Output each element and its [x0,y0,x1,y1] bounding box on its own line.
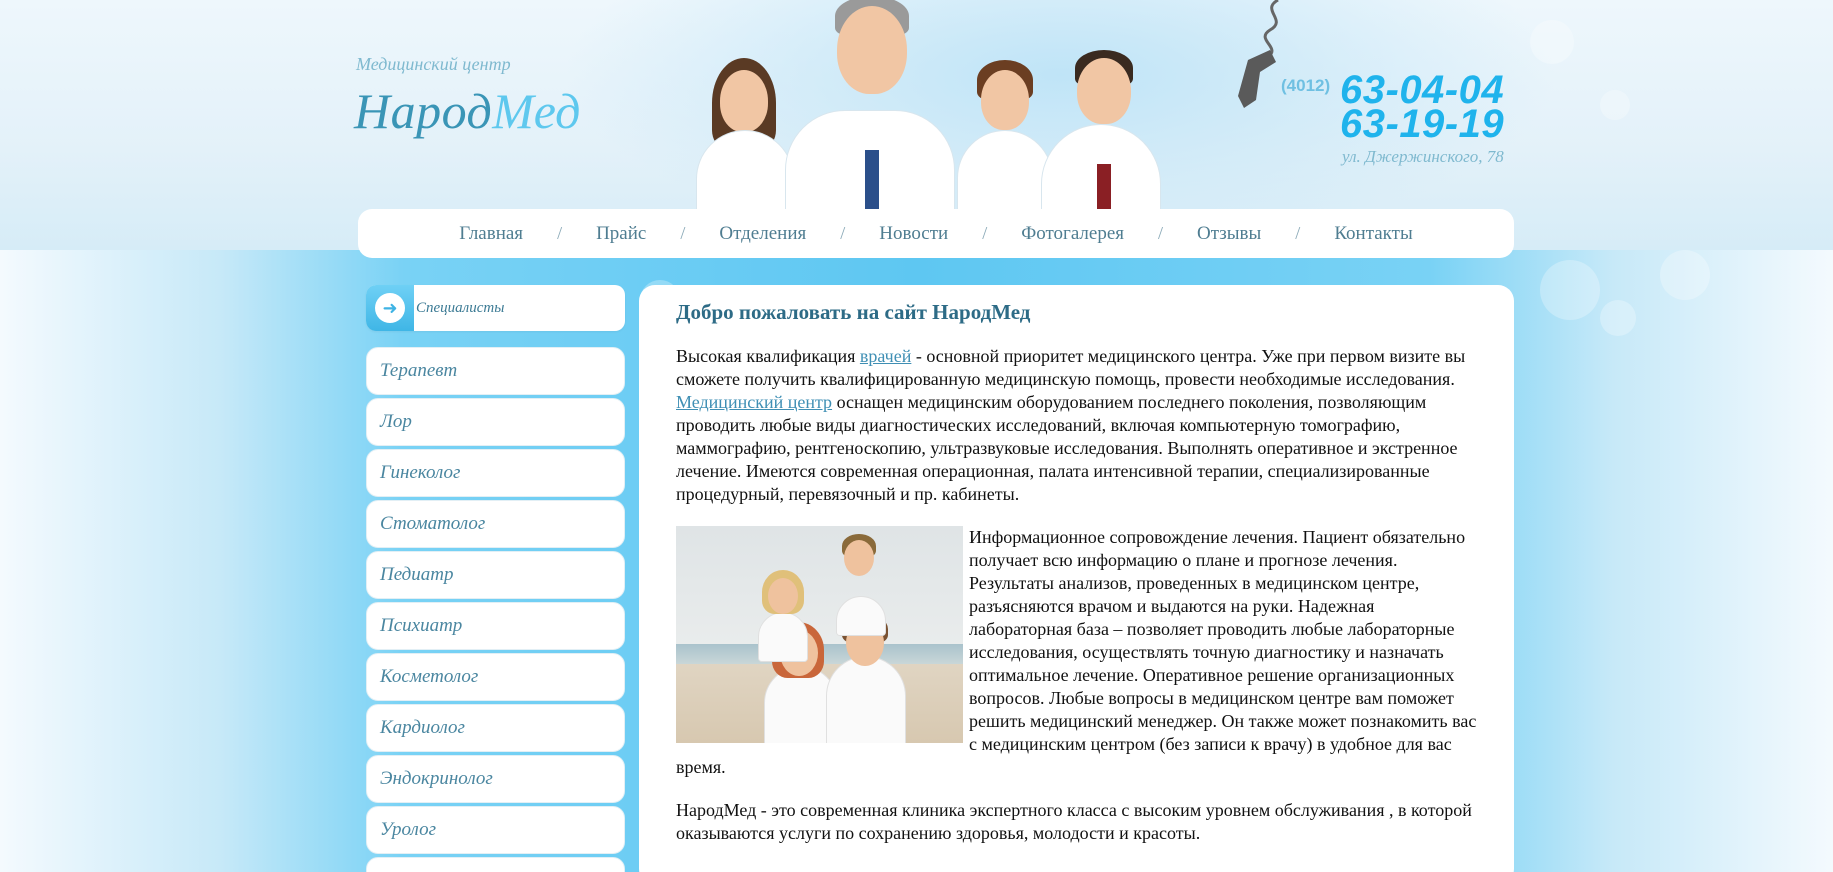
sidebar-item-cosmetologist[interactable]: Косметолог [366,653,625,701]
sidebar-item-dentist[interactable]: Стоматолог [366,500,625,548]
about-paragraph: НародМед - это современная клиника экспе… [676,800,1472,843]
sidebar-item-gynecologist[interactable]: Гинеколог [366,449,625,497]
nav-contacts[interactable]: Контакты [1334,223,1412,245]
doctors-banner-image [690,0,1170,210]
sidebar-item-pediatrician[interactable]: Педиатр [366,551,625,599]
sidebar-item-psychiatrist[interactable]: Психиатр [366,602,625,650]
nav-reviews[interactable]: Отзывы [1197,223,1261,245]
bokeh-decoration [1660,250,1710,300]
bokeh-decoration [1530,20,1574,64]
nav-gallery[interactable]: Фотогалерея [1021,223,1124,245]
sidebar-item-urologist[interactable]: Уролог [366,806,625,854]
phone-number-2[interactable]: 63-19-19 [1340,104,1504,144]
logo-subtitle: Медицинский центр [356,54,511,74]
main-content: Добро пожаловать на сайт НародМед Высока… [639,285,1514,872]
doctor-figure [690,58,800,210]
specialists-sidebar: ➜ Специалисты Терапевт Лор Гинеколог Сто… [366,285,625,872]
nav-separator: / [1158,223,1164,243]
medical-center-link[interactable]: Медицинский центр [676,392,832,412]
page-title: Добро пожаловать на сайт НародМед [676,300,1031,324]
sidebar-item-cardiologist[interactable]: Кардиолог [366,704,625,752]
intro-paragraph: Высокая квалификация врачей - основной п… [676,345,1478,506]
sidebar-item-ophthalmologist[interactable]: Окулист [366,857,625,872]
sidebar-header: ➜ Специалисты [366,285,625,331]
nav-separator: / [557,223,563,243]
address: ул. Джержинского, 78 [1342,147,1504,166]
site-logo[interactable]: НародМед [354,82,581,140]
phone-area-code: (4012) [1281,76,1331,95]
nav-news[interactable]: Новости [879,223,948,245]
sidebar-item-therapist[interactable]: Терапевт [366,347,625,395]
nav-separator: / [840,223,846,243]
sidebar-title: Специалисты [416,299,505,316]
nav-price[interactable]: Прайс [596,223,646,245]
logo-text-part2: Мед [492,83,581,139]
doctor-figure [1035,50,1165,210]
nav-home[interactable]: Главная [459,223,523,245]
intro-text-a: Высокая квалификация [676,346,860,366]
bokeh-decoration [1600,90,1630,120]
main-nav: Главная / Прайс / Отделения / Новости / … [358,209,1514,258]
bokeh-decoration [1600,300,1636,336]
sidebar-item-endocrinologist[interactable]: Эндокринолог [366,755,625,803]
family-beach-photo [676,526,963,743]
logo-text-part1: Народ [354,83,493,139]
nav-separator: / [680,223,686,243]
sidebar-header-badge: ➜ [366,285,414,331]
nav-separator: / [982,223,988,243]
nav-departments[interactable]: Отделения [719,223,806,245]
bokeh-decoration [1540,260,1600,320]
doctor-figure [785,0,955,210]
sidebar-item-ent[interactable]: Лор [366,398,625,446]
arrow-right-circle-icon: ➜ [375,293,405,323]
nav-separator: / [1295,223,1301,243]
doctors-link[interactable]: врачей [860,346,911,366]
